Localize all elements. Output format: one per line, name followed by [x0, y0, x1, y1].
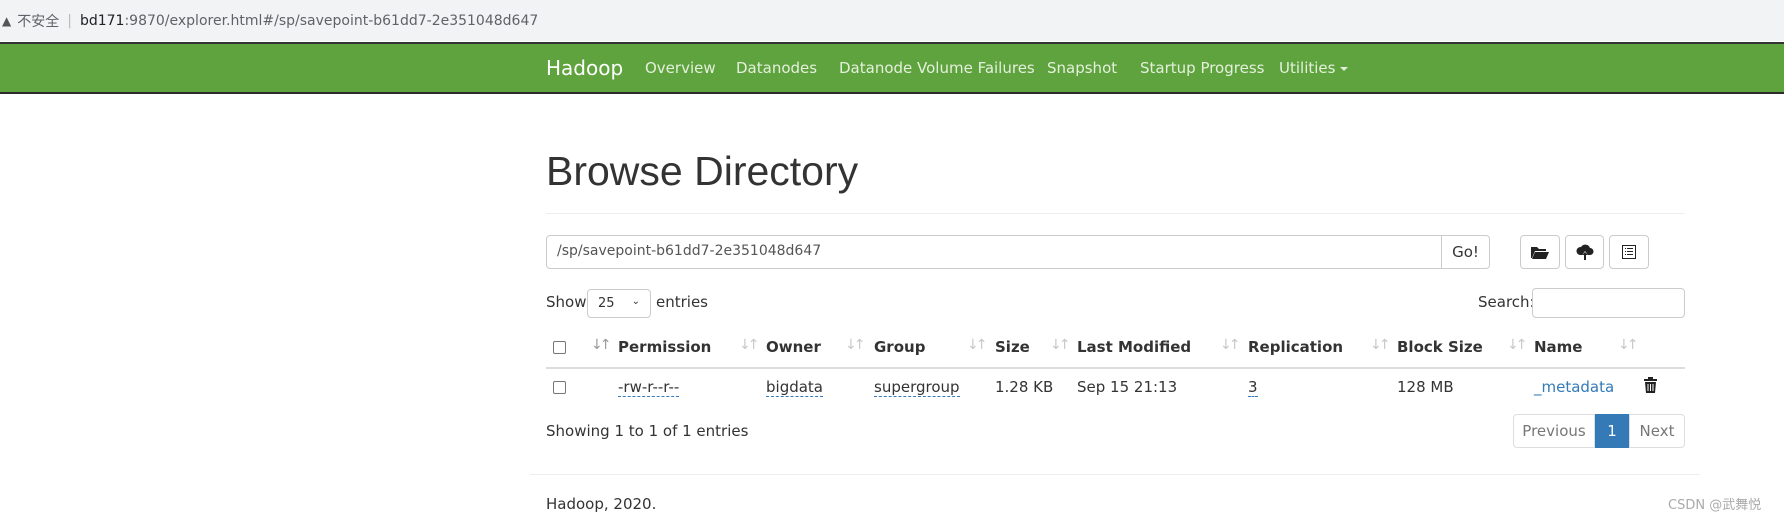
row-checkbox[interactable] [553, 381, 566, 394]
next-page-button[interactable]: Next [1629, 414, 1685, 448]
sort-icon[interactable]: ↓↑ [1220, 337, 1241, 353]
block-size-cell: 128 MB [1397, 378, 1454, 396]
upload-button[interactable] [1565, 235, 1604, 269]
create-directory-button[interactable] [1520, 235, 1560, 269]
column-header-size[interactable]: Size [995, 338, 1030, 356]
entries-label: entries [656, 293, 708, 311]
nav-datanodes[interactable]: Datanodes [736, 44, 817, 92]
cloud-upload-icon [1575, 244, 1593, 260]
entries-select[interactable]: 25 ⌄ [587, 289, 651, 318]
watermark: CSDN @武舞悦 [1668, 498, 1762, 513]
divider [530, 474, 1700, 475]
size-cell: 1.28 KB [995, 378, 1054, 396]
nav-startup-progress[interactable]: Startup Progress [1140, 44, 1264, 92]
sort-icon[interactable]: ↓↑ [1618, 337, 1639, 353]
file-name-link[interactable]: _metadata [1534, 378, 1614, 396]
owner-cell[interactable]: bigdata [766, 378, 823, 397]
insecure-label: 不安全 [17, 13, 60, 30]
brand-link[interactable]: Hadoop [546, 44, 623, 92]
column-header-replication[interactable]: Replication [1248, 338, 1343, 356]
column-header-group[interactable]: Group [874, 338, 925, 356]
previous-page-button[interactable]: Previous [1513, 414, 1595, 448]
page-1-button[interactable]: 1 [1595, 414, 1629, 448]
nav-snapshot[interactable]: Snapshot [1047, 44, 1117, 92]
column-header-name[interactable]: Name [1534, 338, 1582, 356]
entries-value: 25 [598, 296, 615, 311]
sort-icon[interactable]: ↓↑ [1507, 337, 1528, 353]
nav-utilities-label: Utilities [1279, 59, 1336, 77]
sort-icon[interactable]: ↓↑ [739, 337, 760, 353]
sort-icon[interactable]: ↓↑ [1050, 337, 1071, 353]
navbar: Hadoop Overview Datanodes Datanode Volum… [0, 42, 1784, 94]
page-title: Browse Directory [546, 148, 859, 194]
select-all-checkbox[interactable] [553, 341, 566, 354]
caret-down-icon [1340, 66, 1349, 71]
nav-datanode-volume-failures[interactable]: Datanode Volume Failures [839, 44, 1035, 92]
permission-cell[interactable]: -rw-r--r-- [618, 378, 680, 397]
address-bar[interactable]: ▲ 不安全 | bd171:9870/explorer.html#/sp/sav… [0, 0, 1784, 41]
sort-icon[interactable]: ↓↑ [967, 337, 988, 353]
sort-icon[interactable]: ↓↑ [845, 337, 866, 353]
show-label: Show [546, 293, 587, 311]
divider [546, 213, 1685, 214]
sort-icon[interactable]: ↓↑ [591, 337, 612, 353]
column-header-block-size[interactable]: Block Size [1397, 338, 1483, 356]
sort-icon[interactable]: ↓↑ [1370, 337, 1391, 353]
url-host: bd171 [79, 12, 125, 29]
list-alt-icon [1622, 245, 1636, 259]
group-cell[interactable]: supergroup [874, 378, 960, 397]
table-info: Showing 1 to 1 of 1 entries [546, 422, 749, 440]
replication-cell[interactable]: 3 [1248, 378, 1258, 397]
search-input[interactable] [1532, 288, 1685, 318]
url-path: :9870/explorer.html#/sp/savepoint-b61dd7… [124, 12, 539, 29]
go-button[interactable]: Go! [1441, 235, 1490, 269]
cut-paste-button[interactable] [1609, 235, 1649, 269]
nav-utilities[interactable]: Utilities [1279, 44, 1349, 92]
path-input[interactable]: /sp/savepoint-b61dd7-2e351048d647 [546, 235, 1446, 269]
nav-overview[interactable]: Overview [645, 44, 716, 92]
folder-open-icon [1531, 247, 1549, 259]
last-modified-cell: Sep 15 21:13 [1077, 378, 1178, 396]
search-label: Search: [1478, 293, 1535, 311]
footer-text: Hadoop, 2020. [546, 495, 657, 513]
chevron-down-icon: ⌄ [631, 296, 640, 307]
column-header-last-modified[interactable]: Last Modified [1077, 338, 1191, 356]
header-divider [546, 367, 1685, 369]
column-header-permission[interactable]: Permission [618, 338, 711, 356]
divider: | [67, 12, 72, 29]
warning-triangle-icon: ▲ [2, 13, 12, 28]
column-header-owner[interactable]: Owner [766, 338, 821, 356]
delete-trash-icon[interactable] [1644, 377, 1657, 397]
